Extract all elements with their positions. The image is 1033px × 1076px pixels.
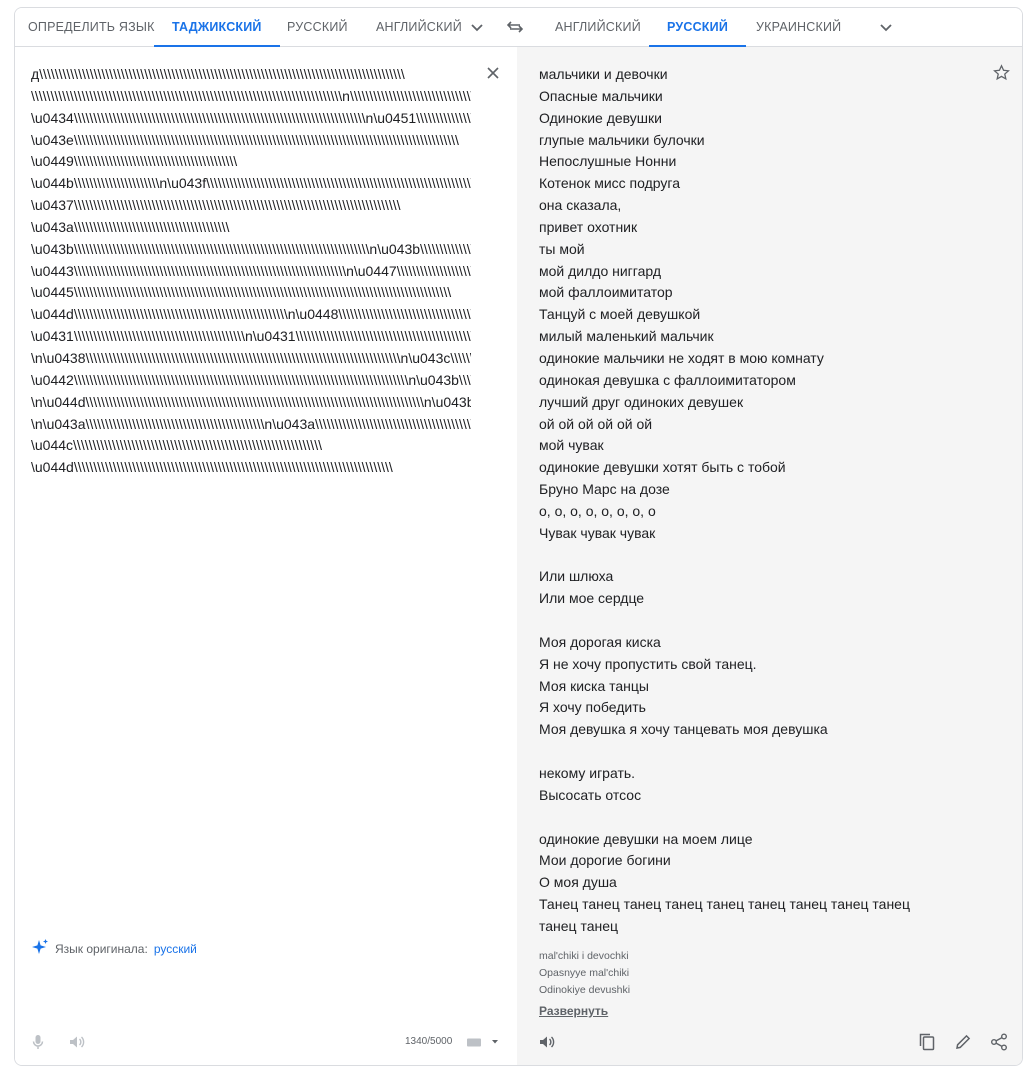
tab-detect-language[interactable]: ОПРЕДЕЛИТЬ ЯЗЫК (28, 8, 155, 46)
close-icon[interactable] (484, 64, 502, 82)
keyboard-icon[interactable] (466, 1035, 500, 1049)
speaker-icon[interactable] (67, 1033, 87, 1051)
share-icon[interactable] (989, 1032, 1009, 1052)
detected-language-link[interactable]: русский (154, 942, 197, 956)
target-pane: мальчики и девочки Опасные мальчики Один… (517, 47, 1022, 1065)
detected-label: Язык оригинала: (55, 941, 148, 956)
tab-target-ukrainian[interactable]: УКРАИНСКИЙ (756, 8, 841, 46)
chevron-down-icon[interactable] (467, 17, 487, 37)
char-counter: 1340/5000 (405, 1036, 453, 1047)
star-icon[interactable] (991, 62, 1011, 82)
source-pane: д\\\\\\\\\\\\\\\\\\\\\\\\\\\\\\\\\\\\\\\… (15, 47, 517, 1065)
language-bar: ОПРЕДЕЛИТЬ ЯЗЫК ТАДЖИКСКИЙ РУССКИЙ АНГЛИ… (15, 8, 1022, 47)
tab-source-english[interactable]: АНГЛИЙСКИЙ (376, 8, 462, 46)
mic-icon[interactable] (29, 1033, 47, 1051)
detected-language: Язык оригинала: русский (31, 938, 197, 959)
speaker-icon[interactable] (537, 1033, 557, 1051)
translate-card: ОПРЕДЕЛИТЬ ЯЗЫК ТАДЖИКСКИЙ РУССКИЙ АНГЛИ… (14, 7, 1023, 1066)
translation-output: мальчики и девочки Опасные мальчики Один… (539, 66, 910, 934)
swap-icon[interactable] (505, 17, 525, 37)
tab-target-russian[interactable]: РУССКИЙ (648, 8, 747, 47)
chevron-down-icon[interactable] (876, 17, 896, 37)
tab-source-russian[interactable]: РУССКИЙ (287, 8, 348, 46)
tab-target-english[interactable]: АНГЛИЙСКИЙ (555, 8, 641, 46)
source-textarea[interactable]: д\\\\\\\\\\\\\\\\\\\\\\\\\\\\\\\\\\\\\\\… (31, 64, 471, 479)
tab-source-tajik[interactable]: ТАДЖИКСКИЙ (154, 8, 280, 47)
sparkle-icon (31, 938, 49, 959)
transliteration: mal'chiki i devochki Opasnyye mal'chiki … (539, 950, 631, 996)
copy-icon[interactable] (917, 1032, 937, 1052)
edit-icon[interactable] (953, 1032, 973, 1052)
expand-link[interactable]: Развернуть (539, 1004, 608, 1018)
